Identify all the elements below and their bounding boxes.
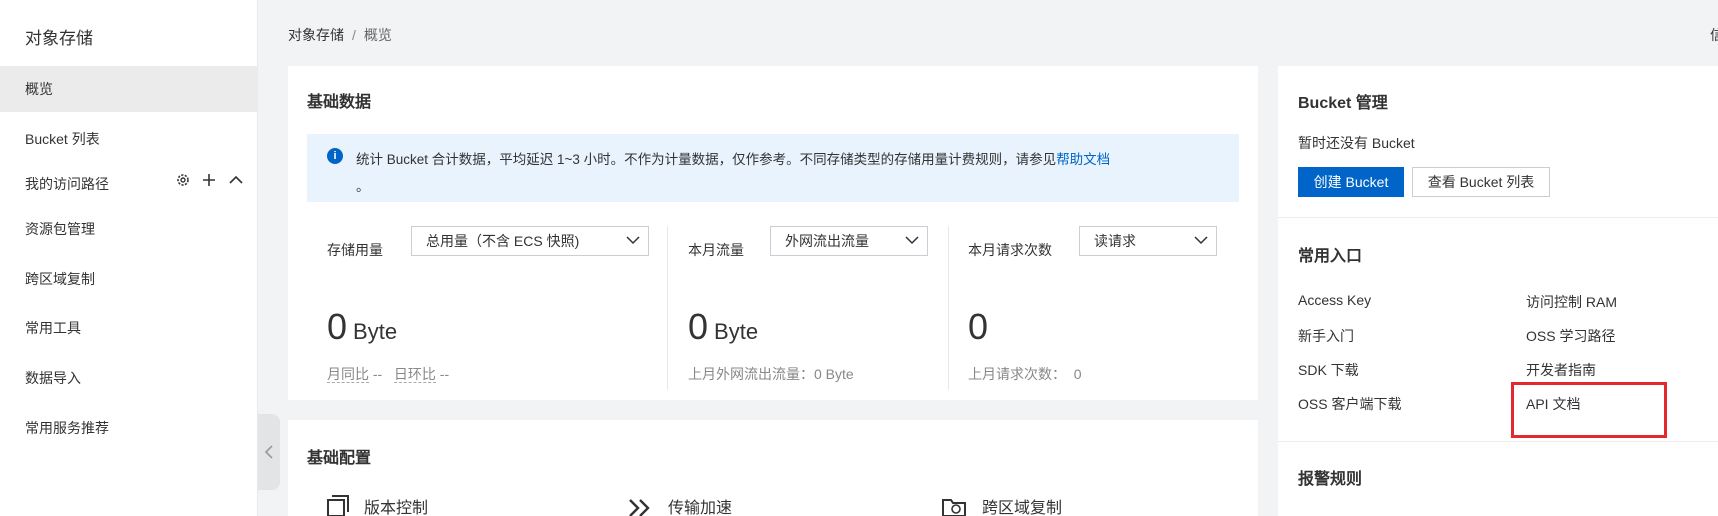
right-panel: Bucket 管理 暂时还没有 Bucket 创建 Bucket 查看 Buck… [1278, 66, 1718, 516]
metric-divider [667, 226, 668, 390]
link-getting-started[interactable]: 新手入门 [1298, 326, 1354, 346]
requests-metric: 本月请求次数 读请求 0 上月请求次数： 0 [968, 226, 1238, 388]
storage-sub: 月同比 -- 日环比 -- [327, 366, 450, 383]
chevron-left-icon [264, 445, 273, 459]
link-oss-client-download[interactable]: OSS 客户端下载 [1298, 394, 1401, 414]
sidebar-group-access-path: 我的访问路径 [25, 172, 245, 196]
create-bucket-button[interactable]: 创建 Bucket [1298, 167, 1404, 197]
chevron-down-icon [626, 236, 640, 245]
sidebar-title: 对象存储 [25, 29, 93, 48]
view-bucket-list-button[interactable]: 查看 Bucket 列表 [1412, 167, 1550, 197]
section-divider [1278, 217, 1718, 218]
traffic-metric: 本月流量 外网流出流量 0 Byte 上月外网流出流量：0 Byte [688, 226, 948, 388]
sidebar: 对象存储 概览 Bucket 列表 我的访问路径 资源包管理 跨区域复制 常用工… [0, 0, 258, 516]
header-right-text: 信 [1710, 27, 1718, 43]
storage-metric: 存储用量 总用量（不含 ECS 快照) 0 Byte 月同比 -- 日环比 -- [327, 226, 649, 388]
traffic-sub: 上月外网流出流量：0 Byte [688, 366, 854, 382]
requests-label: 本月请求次数 [968, 242, 1052, 258]
alarm-rules-title: 报警规则 [1298, 471, 1363, 488]
sidebar-item-resource-package[interactable]: 资源包管理 [0, 206, 258, 252]
sidebar-item-cross-region-replication[interactable]: 跨区域复制 [0, 256, 258, 302]
link-developer-guide[interactable]: 开发者指南 [1526, 360, 1596, 380]
breadcrumb-separator: / [352, 27, 356, 43]
traffic-value: 0 Byte [688, 306, 759, 347]
quick-entry-title: 常用入口 [1298, 248, 1363, 265]
requests-value: 0 [968, 306, 989, 347]
storage-value: 0 Byte [327, 306, 398, 347]
folder-sync-icon [942, 499, 966, 516]
sidebar-item-data-import[interactable]: 数据导入 [0, 355, 258, 401]
basic-config-card: 基础配置 版本控制 传输加速 跨区域复制 [288, 420, 1258, 516]
basic-data-card: 基础数据 i 统计 Bucket 合计数据，平均延迟 1~3 小时。不作为计量数… [288, 66, 1258, 400]
acceleration-icon [629, 499, 650, 516]
sidebar-item-bucket-list[interactable]: Bucket 列表 [0, 116, 258, 162]
gear-icon[interactable] [175, 172, 191, 188]
info-icon: i [327, 148, 343, 164]
section-divider [1278, 441, 1718, 442]
highlight-annotation-box [1511, 382, 1667, 438]
chevron-up-icon[interactable] [227, 172, 245, 188]
link-oss-learning-path[interactable]: OSS 学习路径 [1526, 326, 1615, 346]
request-type-select[interactable]: 读请求 [1079, 226, 1217, 256]
config-item-cross-region-replication[interactable]: 跨区域复制 [940, 492, 1062, 516]
storage-type-select[interactable]: 总用量（不含 ECS 快照) [411, 226, 649, 256]
bucket-mgmt-title: Bucket 管理 [1298, 95, 1388, 112]
chevron-down-icon [1194, 236, 1208, 245]
basic-data-title: 基础数据 [307, 94, 372, 111]
breadcrumb: 对象存储 / 概览 [288, 25, 392, 45]
breadcrumb-parent[interactable]: 对象存储 [288, 27, 344, 43]
storage-label: 存储用量 [327, 242, 383, 258]
traffic-label: 本月流量 [688, 242, 744, 258]
sidebar-item-overview[interactable]: 概览 [0, 66, 258, 112]
notice-text: 统计 Bucket 合计数据，平均延迟 1~3 小时。不作为计量数据，仅作参考。… [356, 152, 1111, 194]
config-item-versioning[interactable]: 版本控制 [322, 492, 428, 516]
plus-icon[interactable] [201, 172, 217, 188]
chevron-down-icon [905, 236, 919, 245]
link-sdk-download[interactable]: SDK 下载 [1298, 360, 1359, 380]
requests-sub: 上月请求次数： 0 [968, 366, 1082, 382]
traffic-type-select[interactable]: 外网流出流量 [770, 226, 928, 256]
metric-divider [948, 226, 949, 390]
info-notice: i 统计 Bucket 合计数据，平均延迟 1~3 小时。不作为计量数据，仅作参… [307, 134, 1239, 202]
basic-config-title: 基础配置 [307, 450, 372, 467]
versioning-icon [327, 495, 349, 516]
breadcrumb-current: 概览 [363, 27, 392, 43]
sidebar-group-label: 我的访问路径 [25, 176, 109, 192]
config-item-transfer-acceleration[interactable]: 传输加速 [626, 492, 732, 516]
link-ram[interactable]: 访问控制 RAM [1526, 292, 1617, 312]
sidebar-item-common-tools[interactable]: 常用工具 [0, 305, 258, 351]
sidebar-collapse-handle[interactable] [258, 414, 280, 490]
no-bucket-text: 暂时还没有 Bucket [1298, 135, 1415, 151]
help-doc-link[interactable]: 帮助文档 [1056, 152, 1110, 167]
link-access-key[interactable]: Access Key [1298, 292, 1371, 308]
sidebar-item-service-recommend[interactable]: 常用服务推荐 [0, 405, 258, 451]
